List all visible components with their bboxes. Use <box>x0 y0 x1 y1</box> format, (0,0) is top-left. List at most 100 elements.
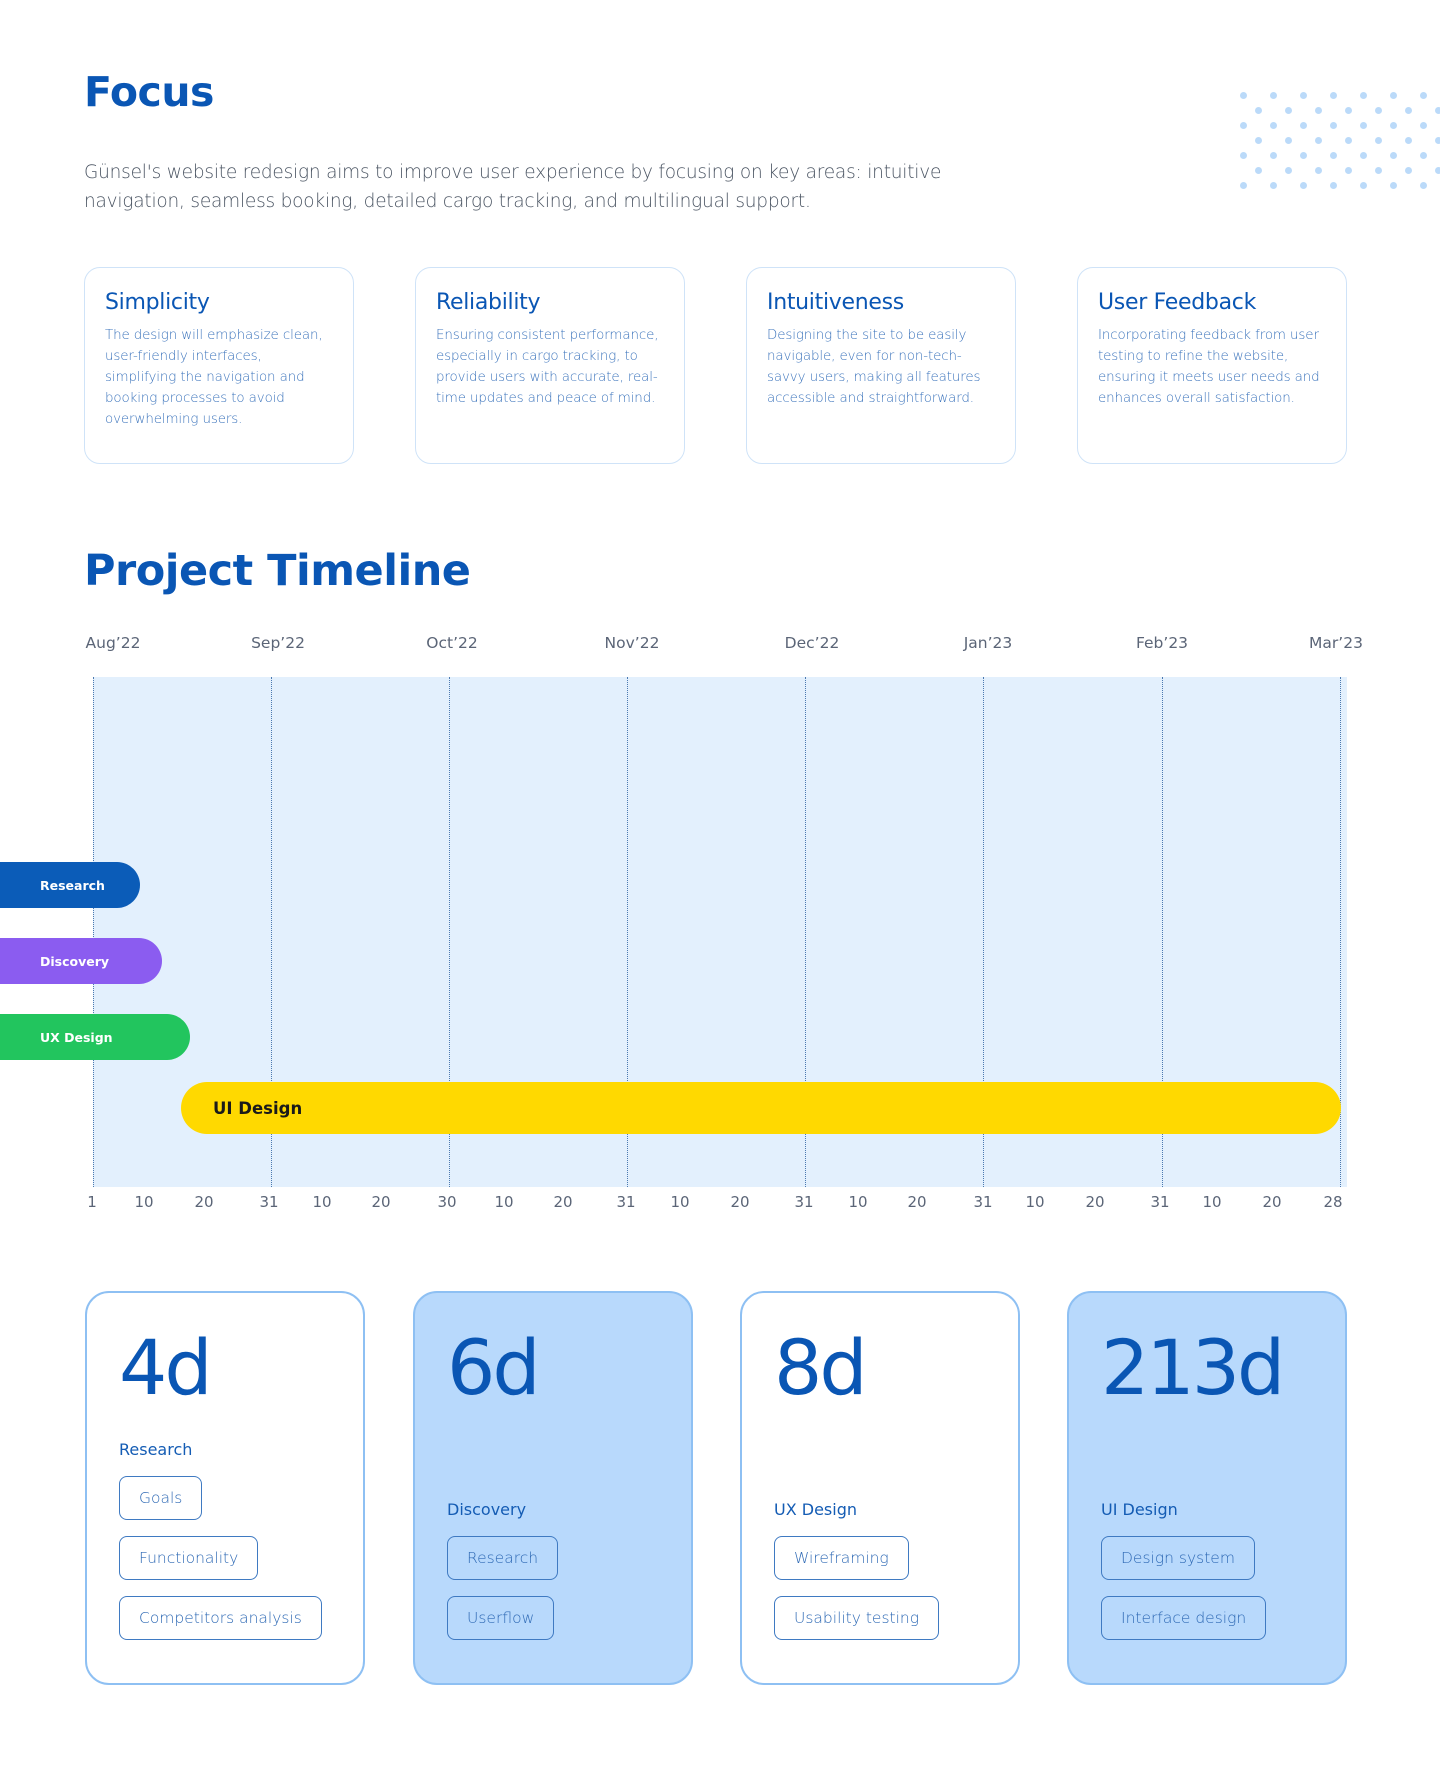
dot-icon <box>1330 152 1337 159</box>
day-tick-label: 20 <box>553 1193 573 1211</box>
tag-research[interactable]: Research <box>447 1536 559 1580</box>
day-tick-label: 10 <box>1025 1193 1045 1211</box>
day-tick-label: 10 <box>1202 1193 1222 1211</box>
phase-bar-ui-design[interactable]: UI Design <box>181 1082 1341 1134</box>
tag-competitors-analysis[interactable]: Competitors analysis <box>119 1596 322 1640</box>
dot-icon <box>1270 122 1277 129</box>
dot-icon <box>1390 152 1397 159</box>
focus-intro: Günsel's website redesign aims to improv… <box>84 162 942 212</box>
dot-icon <box>1345 107 1352 114</box>
day-tick-label: 20 <box>1262 1193 1282 1211</box>
tag-wireframing[interactable]: Wireframing <box>774 1536 909 1580</box>
tag-design-system[interactable]: Design system <box>1101 1536 1255 1580</box>
dot-icon <box>1240 152 1247 159</box>
duration-value: 213d <box>1101 1323 1285 1412</box>
summary-card-research: 4d Research Goals Functionality Competit… <box>85 1291 365 1685</box>
tag-goals[interactable]: Goals <box>119 1476 203 1520</box>
phase-bar-label: UI Design <box>213 1098 303 1118</box>
dot-icon <box>1405 137 1412 144</box>
dot-icon <box>1345 137 1352 144</box>
dot-icon <box>1270 152 1277 159</box>
focus-card-text: Incorporating feedback from user testing… <box>1098 328 1320 406</box>
dot-icon <box>1285 167 1292 174</box>
phase-label: Research <box>119 1440 193 1459</box>
dot-icon <box>1255 167 1262 174</box>
day-axis: 1 10 20 31 10 20 30 10 20 31 10 20 31 10 20 31 10 20 31 10 2… <box>0 1193 1440 1217</box>
dot-icon <box>1420 182 1427 189</box>
day-tick-label: 31 <box>973 1193 993 1211</box>
summary-card-ui-design: 213d UI Design Design system Interface d… <box>1067 1291 1347 1685</box>
month-label: Feb’23 <box>1135 634 1189 652</box>
dot-icon <box>1420 152 1427 159</box>
day-tick-label: 30 <box>437 1193 457 1211</box>
focus-card-title: User Feedback <box>1098 290 1257 315</box>
day-tick-label: 31 <box>1150 1193 1170 1211</box>
dot-icon <box>1390 92 1397 99</box>
dot-icon <box>1300 92 1307 99</box>
dot-icon <box>1240 92 1247 99</box>
dot-icon <box>1330 122 1337 129</box>
focus-card-intuitiveness: Intuitiveness Designing the site to be e… <box>746 267 1016 464</box>
month-axis: Aug’22 Sep’22 Oct’22 Nov’22 Dec’22 Jan’2… <box>0 634 1440 658</box>
focus-card-text: The design will emphasize clean, user-fr… <box>105 328 323 427</box>
day-tick-label: 10 <box>494 1193 514 1211</box>
focus-card-text: Ensuring consistent performance, especia… <box>436 328 659 406</box>
dot-icon <box>1360 92 1367 99</box>
focus-card-title: Reliability <box>436 290 541 315</box>
dot-icon <box>1405 107 1412 114</box>
phase-bar-ux-design[interactable]: UX Design <box>0 1014 190 1060</box>
dot-icon <box>1360 182 1367 189</box>
month-label: Aug’22 <box>85 634 141 652</box>
focus-card-simplicity: Simplicity The design will emphasize cle… <box>84 267 354 464</box>
summary-card-discovery: 6d Discovery Research Userflow <box>413 1291 693 1685</box>
day-tick-label: 31 <box>259 1193 279 1211</box>
day-tick-label: 31 <box>794 1193 814 1211</box>
duration-value: 4d <box>119 1323 213 1412</box>
month-label: Mar’23 <box>1309 634 1363 652</box>
focus-card-title: Intuitiveness <box>767 290 904 315</box>
summary-card-ux-design: 8d UX Design Wireframing Usability testi… <box>740 1291 1020 1685</box>
dot-icon <box>1420 92 1427 99</box>
dot-icon <box>1315 167 1322 174</box>
dot-icon <box>1435 107 1440 114</box>
day-tick-label: 20 <box>194 1193 214 1211</box>
dot-icon <box>1255 107 1262 114</box>
dot-icon <box>1390 182 1397 189</box>
tag-usability-testing[interactable]: Usability testing <box>774 1596 940 1640</box>
dot-icon <box>1285 107 1292 114</box>
month-label: Nov’22 <box>604 634 660 652</box>
day-tick-label: 28 <box>1323 1193 1343 1211</box>
tag-userflow[interactable]: Userflow <box>447 1596 555 1640</box>
phase-label: UI Design <box>1101 1500 1178 1519</box>
tag-interface-design[interactable]: Interface design <box>1101 1596 1267 1640</box>
phase-bar-label: Research <box>40 877 105 893</box>
month-label: Jan’23 <box>963 634 1013 652</box>
phase-bar-discovery[interactable]: Discovery <box>0 938 162 984</box>
day-tick-label: 20 <box>1085 1193 1105 1211</box>
dot-grid-icon <box>1228 88 1440 198</box>
dot-icon <box>1300 152 1307 159</box>
dot-icon <box>1315 107 1322 114</box>
phase-bar-research[interactable]: Research <box>0 862 140 908</box>
dot-icon <box>1360 152 1367 159</box>
day-tick-label: 20 <box>907 1193 927 1211</box>
dot-icon <box>1315 137 1322 144</box>
day-tick-label: 31 <box>616 1193 636 1211</box>
dot-icon <box>1300 182 1307 189</box>
focus-card-title: Simplicity <box>105 290 210 315</box>
day-tick-label: 10 <box>848 1193 868 1211</box>
month-label: Dec’22 <box>784 634 840 652</box>
phase-label: UX Design <box>774 1500 857 1519</box>
day-tick-label: 1 <box>87 1193 97 1211</box>
tag-functionality[interactable]: Functionality <box>119 1536 259 1580</box>
focus-title: Focus <box>84 68 214 116</box>
dot-icon <box>1435 137 1440 144</box>
dot-icon <box>1435 167 1440 174</box>
dot-icon <box>1420 122 1427 129</box>
day-tick-label: 20 <box>730 1193 750 1211</box>
focus-card-text: Designing the site to be easily navigabl… <box>767 328 981 406</box>
day-tick-label: 10 <box>670 1193 690 1211</box>
dot-icon <box>1240 182 1247 189</box>
dot-icon <box>1330 92 1337 99</box>
month-gridline <box>93 677 94 1187</box>
